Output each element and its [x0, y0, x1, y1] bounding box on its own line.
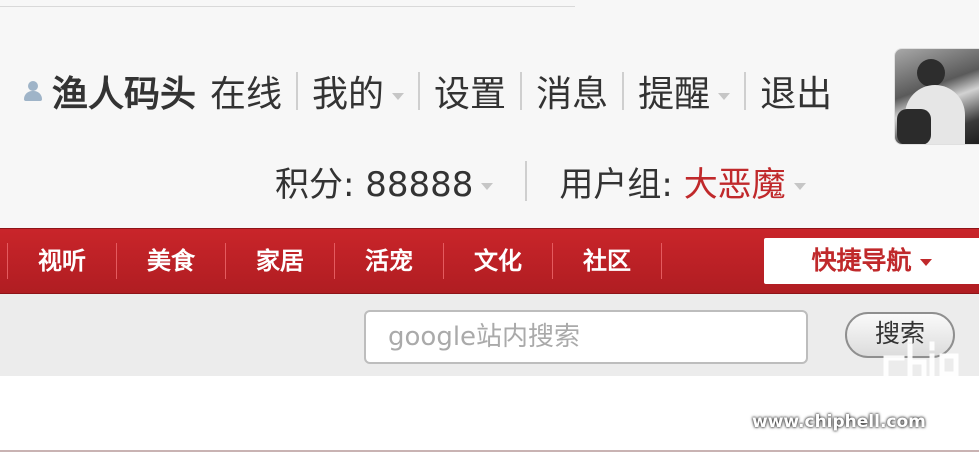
online-status: 在线	[210, 74, 283, 115]
username[interactable]: 渔人码头	[52, 65, 196, 117]
settings-link[interactable]: 设置	[434, 65, 506, 117]
nav-item-pets[interactable]: 活宠	[335, 229, 443, 293]
user-icon	[22, 80, 44, 102]
chevron-down-icon	[481, 182, 494, 190]
user-group-label: 用户组:	[559, 164, 684, 205]
divider	[418, 72, 421, 110]
messages-link[interactable]: 消息	[536, 65, 608, 117]
avatar[interactable]	[894, 48, 979, 145]
my-menu-link[interactable]: 我的	[312, 65, 405, 117]
watermark-url: www.chiphell.com	[752, 412, 926, 432]
nav-item-culture[interactable]: 文化	[444, 229, 552, 293]
quick-nav-label: 快捷导航	[811, 246, 912, 275]
chevron-down-icon	[392, 92, 405, 100]
my-menu-label: 我的	[312, 74, 385, 115]
user-group-name: 大恶魔	[683, 164, 786, 205]
chevron-down-icon	[793, 182, 806, 190]
user-group-link[interactable]: 用户组: 大恶魔	[559, 157, 806, 206]
notifications-link[interactable]: 提醒	[638, 65, 731, 117]
nav-item-home[interactable]: 家居	[226, 229, 334, 293]
nav-item-food[interactable]: 美食	[117, 229, 225, 293]
points-link[interactable]: 积分: 88888	[275, 157, 494, 206]
divider	[0, 6, 575, 7]
divider	[520, 72, 523, 110]
search-input[interactable]	[364, 310, 808, 364]
chevron-down-icon	[919, 258, 932, 266]
chiphell-logo-watermark	[883, 337, 967, 449]
divider	[0, 450, 979, 452]
quick-nav-button[interactable]: 快捷导航	[764, 238, 979, 284]
notifications-label: 提醒	[638, 74, 711, 115]
divider	[296, 72, 299, 110]
user-info-row: 渔人码头 在线 我的 设置 消息 提醒 退出	[22, 66, 832, 116]
user-stats-row: 积分: 88888 用户组: 大恶魔	[275, 157, 806, 206]
nav-separator	[661, 243, 662, 279]
points-label: 积分: 88888	[275, 164, 474, 205]
logout-link[interactable]: 退出	[760, 65, 832, 117]
chevron-down-icon	[718, 92, 731, 100]
divider	[744, 72, 747, 110]
divider	[525, 161, 528, 201]
nav-item-community[interactable]: 社区	[553, 229, 661, 293]
divider	[622, 72, 625, 110]
nav-item-video[interactable]: 视听	[8, 229, 116, 293]
